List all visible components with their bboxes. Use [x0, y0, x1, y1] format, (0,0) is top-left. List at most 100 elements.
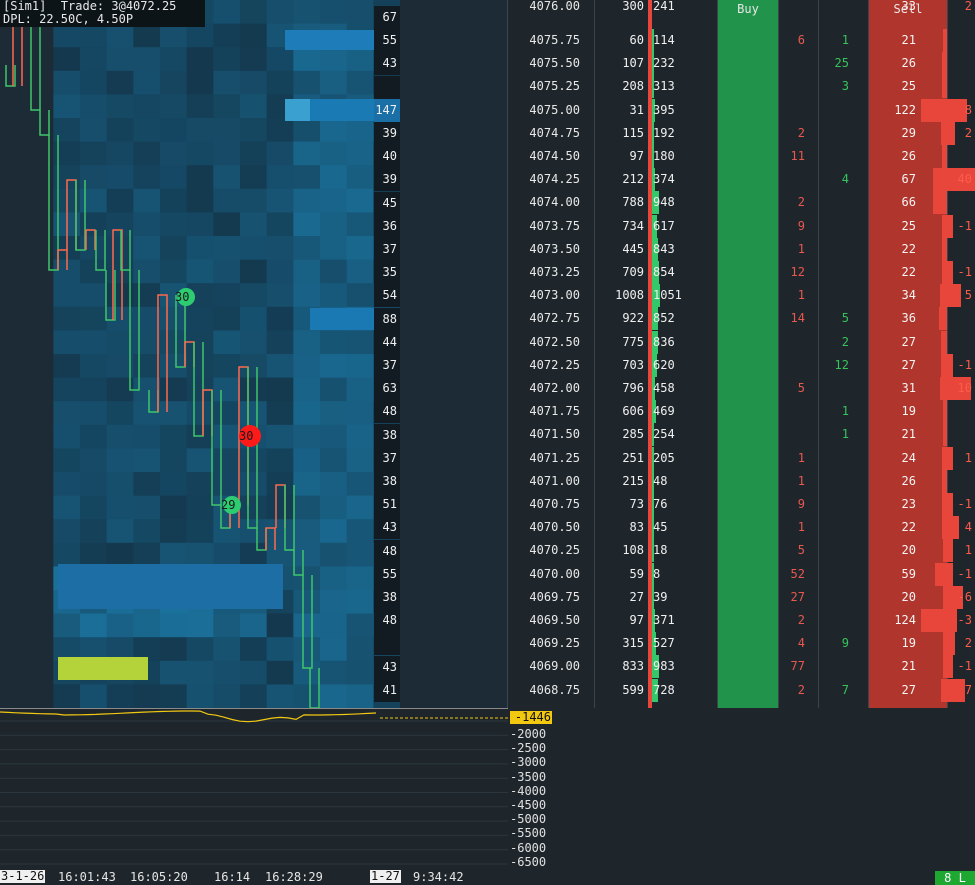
delta-value: 1	[964, 450, 972, 465]
ladder-row[interactable]: 4072.25 703 620 12 27 -1	[508, 353, 975, 377]
ladder-row[interactable]: 4074.25 212 374 4 67 40	[508, 168, 975, 192]
ladder-row[interactable]: 4075.50 107 232 25 26	[508, 52, 975, 76]
date-start-label: 3-1-26	[0, 869, 46, 883]
ladder-row[interactable]: 4075.25 208 313 3 25	[508, 75, 975, 99]
volume-profile-cell: 43	[374, 52, 400, 76]
delta-value: 5	[964, 288, 972, 303]
volume-profile-cell: 37	[374, 446, 400, 470]
ask-volume: 48	[653, 473, 668, 488]
ladder-row[interactable]: 4074.50 97 180 11 26	[508, 145, 975, 168]
ask-volume: 948	[653, 195, 675, 210]
ladder-row[interactable]: 4069.25 315 527 4 9 19 2	[508, 632, 975, 656]
ladder-row[interactable]: 4071.00 215 48 1 26	[508, 469, 975, 493]
sell-volume: 26	[901, 149, 916, 163]
trade-marker-label: 30	[175, 290, 189, 304]
price-bar-down	[256, 528, 267, 551]
ladder-row[interactable]: 4073.50 445 843 1 22	[508, 237, 975, 261]
volume-profile-cell	[374, 632, 400, 656]
pnl-tick-label: -6000	[510, 840, 547, 855]
ladder-row[interactable]: 4069.75 27 39 27 20 -6	[508, 585, 975, 609]
ladder-row[interactable]: 4074.75 115 192 2 29 2	[508, 121, 975, 145]
sell-volume: 25	[901, 218, 916, 233]
bid-volume: 212	[622, 172, 644, 187]
bid-volume: 445	[622, 241, 644, 256]
ladder-row[interactable]: 4072.75 922 852 14 5 36	[508, 307, 975, 331]
pnl-current-value: -1446	[510, 711, 552, 724]
price-bar-down	[129, 270, 140, 391]
bid-volume: 1008	[615, 288, 644, 303]
price-chart[interactable]: 30 30 29 67 55 43 147 39 40 39 45 36 37 35 54 88 44 37 63…	[0, 0, 508, 708]
recent-sell-volume: 77	[790, 659, 805, 674]
price-cell: 4069.75	[529, 589, 580, 604]
dom-ladder[interactable]: Buy Sell 4076.00 300 241 33 2 4075.75 60 1…	[508, 0, 975, 708]
ladder-row[interactable]: 4069.50 97 371 2 124 -3	[508, 609, 975, 632]
recent-sell-volume: 1	[797, 288, 805, 303]
ladder-row[interactable]: 4074.00 788 948 2 66	[508, 191, 975, 215]
status-badge[interactable]: 8 L	[935, 871, 975, 885]
bid-volume: 315	[622, 636, 644, 651]
price-cell: 4068.75	[529, 682, 580, 697]
ladder-row[interactable]: 4071.25 251 205 1 24 1	[508, 446, 975, 470]
ladder-row[interactable]: 4072.50 775 836 2 27	[508, 330, 975, 354]
price-bar-down	[293, 550, 304, 576]
ladder-row[interactable]: 4069.00 833 983 77 21 -1	[508, 655, 975, 679]
bid-volume: 285	[622, 427, 644, 442]
recent-buy-volume: 7	[841, 682, 849, 697]
bid-volume: 107	[622, 56, 644, 71]
ladder-row[interactable]: 4073.75 734 617 9 25 -1	[508, 214, 975, 238]
recent-sell-volume: 1	[797, 450, 805, 465]
ladder-row-partial[interactable]: 4076.00 300 241 33 2	[508, 0, 975, 18]
ask-volume: 617	[653, 218, 675, 233]
delta-value: 40	[957, 172, 972, 187]
chart-info-box: [Sim1] Trade: 3@4072.25 DPL: 22.50C, 4.5…	[0, 0, 205, 27]
pnl-tick-label: -3000	[510, 755, 547, 770]
recent-sell-volume: 27	[790, 589, 805, 604]
ladder-row[interactable]: 4070.50 83 45 1 22 4	[508, 516, 975, 540]
ladder-row[interactable]: 4075.75 60 114 6 1 21	[508, 29, 975, 52]
sell-volume-bar	[942, 52, 947, 76]
ladder-row[interactable]: 4071.50 285 254 1 21	[508, 423, 975, 447]
bid-volume: 796	[622, 381, 644, 395]
sell-volume-bar	[940, 377, 947, 400]
ladder-row[interactable]: 4068.75 599 728 2 7 27 7	[508, 678, 975, 702]
sell-volume: 36	[901, 311, 916, 326]
ladder-row[interactable]: 4070.75 73 76 9 23 -1	[508, 493, 975, 516]
ladder-row[interactable]: 4071.75 606 469 1 19	[508, 400, 975, 424]
time-label: 9:34:42	[413, 870, 464, 884]
sell-volume: 19	[901, 404, 916, 419]
sell-volume: 67	[901, 172, 916, 187]
recent-sell-volume: 2	[797, 682, 805, 697]
ladder-row[interactable]: 4075.00 31 395 122 8	[508, 98, 975, 122]
ask-volume: 728	[653, 682, 675, 697]
sell-volume: 25	[901, 79, 916, 94]
price-bar-down	[30, 27, 41, 111]
sell-volume: 20	[901, 589, 916, 604]
ladder-row[interactable]: 4073.25 709 854 12 22 -1	[508, 261, 975, 284]
pnl-tick-label: -4500	[510, 798, 547, 812]
price-cell: 4075.25	[529, 79, 580, 94]
recent-buy-volume: 12	[834, 357, 849, 372]
sell-volume-bar	[942, 75, 947, 99]
price-cell: 4070.75	[529, 497, 580, 511]
ladder-row[interactable]: 4073.00 1008 1051 1 34 5	[508, 284, 975, 308]
ladder-row[interactable]: 4070.00 59 8 52 59 -1	[508, 562, 975, 586]
sell-volume: 24	[901, 450, 916, 465]
ladder-row[interactable]: 4072.00 796 458 5 31 10	[508, 377, 975, 400]
price-bar-down	[211, 390, 222, 506]
volume-profile-cell: 63	[374, 377, 400, 401]
volume-profile-cell: 43	[374, 516, 400, 540]
ask-volume: 205	[653, 450, 675, 465]
sell-volume-bar	[939, 307, 947, 331]
ladder-row[interactable]: 4070.25 108 18 5 20 1	[508, 539, 975, 563]
recent-sell-volume: 1	[797, 473, 805, 488]
volume-profile-cell: 45	[374, 191, 400, 215]
price-cell: 4075.50	[529, 56, 580, 71]
price-cell: 4069.00	[529, 659, 580, 674]
price-bar-down	[247, 367, 258, 529]
price-bar-up	[265, 527, 276, 550]
price-cell: 4072.25	[529, 357, 580, 372]
ask-volume: 843	[653, 241, 675, 256]
sell-volume: 27	[901, 357, 916, 372]
volume-profile-cell: 67	[374, 6, 400, 29]
sell-volume-bar	[935, 562, 947, 586]
